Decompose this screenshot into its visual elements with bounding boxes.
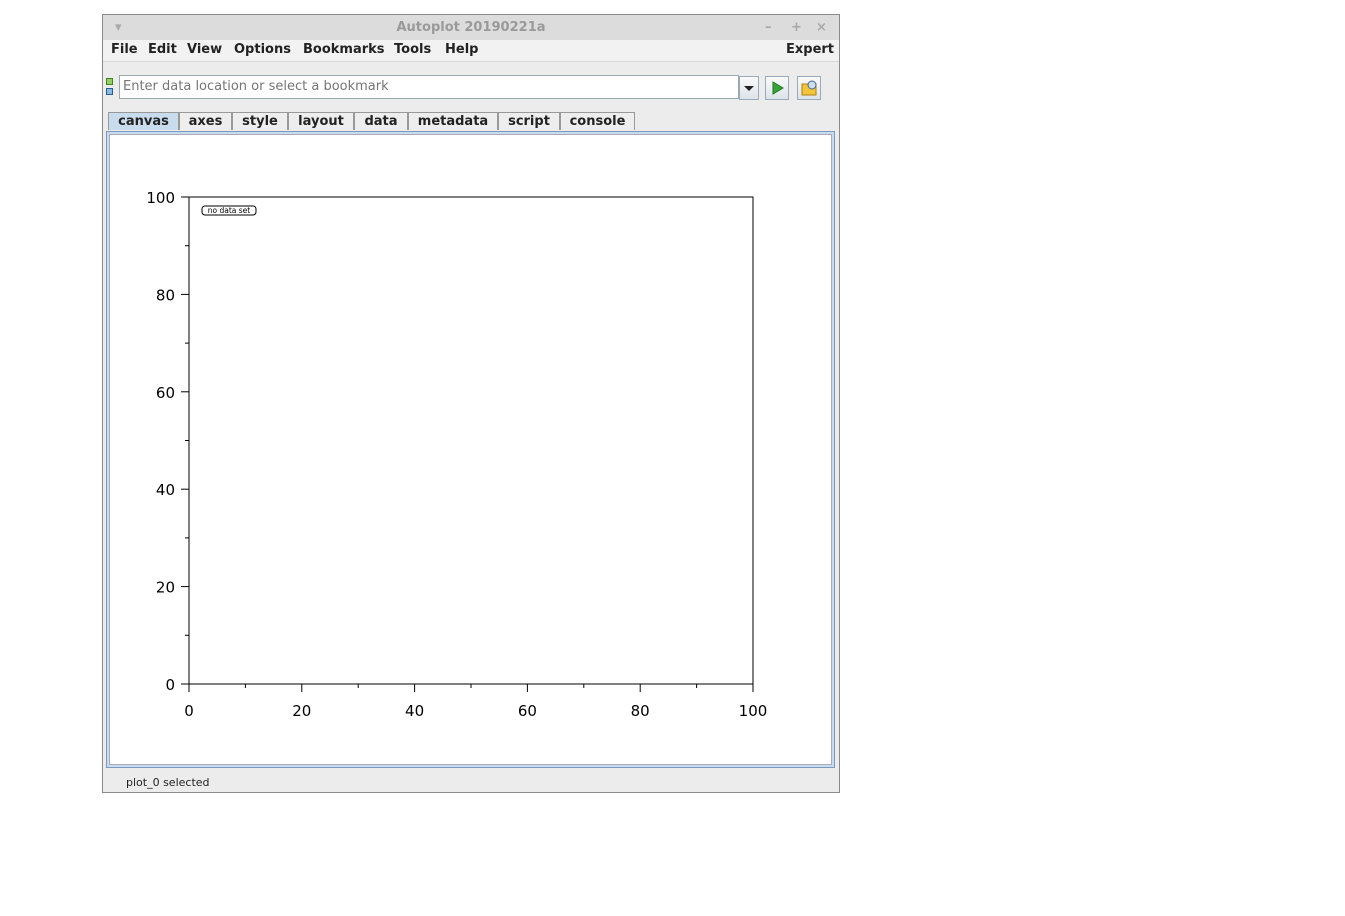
menu-view[interactable]: View	[187, 42, 222, 57]
menu-edit[interactable]: Edit	[148, 42, 177, 57]
x-tick-label: 40	[405, 702, 424, 720]
canvas-panel: 0 20 40 60 80 100 0 20 40 60 80 100 no data set	[106, 131, 835, 768]
data-location-input[interactable]	[119, 75, 739, 99]
menu-help[interactable]: Help	[445, 42, 478, 57]
chevron-down-icon	[744, 86, 754, 91]
menu-bar: File Edit View Options Bookmarks Tools H…	[103, 40, 839, 62]
y-tick-label: 80	[156, 286, 175, 304]
menu-tools[interactable]: Tools	[394, 42, 431, 57]
tab-style[interactable]: style	[232, 112, 288, 130]
tab-console[interactable]: console	[560, 112, 635, 130]
expert-menu[interactable]: Expert	[786, 42, 834, 57]
play-icon	[772, 81, 784, 95]
close-button[interactable]: ×	[816, 15, 827, 41]
tab-canvas[interactable]: canvas	[108, 112, 179, 130]
y-tick-label: 20	[156, 579, 175, 597]
menu-options[interactable]: Options	[234, 42, 291, 57]
no-data-label: no data set	[208, 206, 251, 215]
browse-button[interactable]	[797, 76, 821, 100]
bookmark-dropdown-button[interactable]	[739, 76, 759, 100]
status-bar-text: plot_0 selected	[126, 776, 210, 789]
x-tick-label: 100	[739, 702, 768, 720]
tab-metadata[interactable]: metadata	[408, 112, 498, 130]
y-tick-label: 0	[165, 676, 175, 694]
maximize-button[interactable]: +	[791, 15, 802, 41]
y-tick-label: 100	[146, 189, 175, 207]
tab-script[interactable]: script	[498, 112, 560, 130]
title-bar: ▾ Autoplot 20190221a – + ×	[103, 15, 839, 40]
x-tick-label: 80	[631, 702, 650, 720]
window-menu-icon[interactable]: ▾	[115, 15, 122, 41]
x-tick-label: 20	[292, 702, 311, 720]
plot-frame	[188, 196, 754, 685]
x-tick-label: 60	[518, 702, 537, 720]
plot-go-button[interactable]	[765, 76, 789, 100]
tab-axes[interactable]: axes	[179, 112, 232, 130]
status-indicator-icon	[106, 78, 113, 95]
x-tick-label: 0	[184, 702, 194, 720]
folder-search-icon	[801, 80, 817, 96]
tab-layout[interactable]: layout	[288, 112, 354, 130]
autoplot-window: ▾ Autoplot 20190221a – + × File Edit Vie…	[102, 14, 840, 793]
menu-bookmarks[interactable]: Bookmarks	[303, 42, 385, 57]
minimize-button[interactable]: –	[765, 15, 772, 41]
window-title: Autoplot 20190221a	[396, 20, 546, 35]
y-tick-label: 60	[156, 384, 175, 402]
tab-data[interactable]: data	[354, 112, 408, 130]
plot-area[interactable]: 0 20 40 60 80 100 0 20 40 60 80 100 no data set	[110, 135, 833, 766]
plot-canvas[interactable]: 0 20 40 60 80 100 0 20 40 60 80 100 no data set	[109, 134, 832, 765]
menu-file[interactable]: File	[111, 42, 138, 57]
y-tick-label: 40	[156, 481, 175, 499]
